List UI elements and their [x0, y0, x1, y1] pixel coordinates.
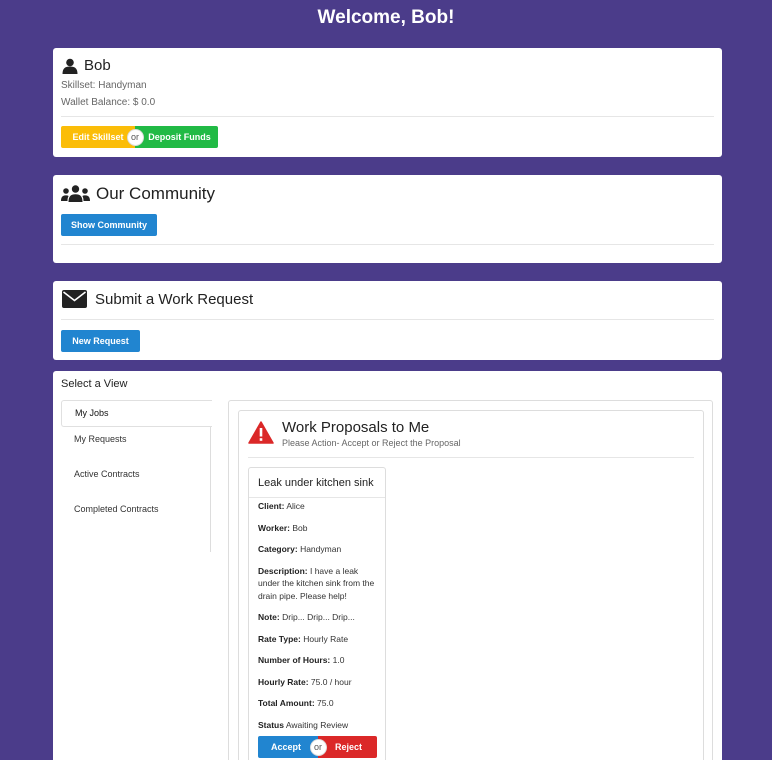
community-card: Our Community Show Community — [53, 175, 722, 263]
or-divider: or — [310, 739, 326, 755]
proposal-field-label: Worker: — [258, 522, 290, 533]
select-view-title: Select a View — [61, 378, 128, 390]
proposal-field: Number of Hours: 1.0 — [258, 654, 378, 667]
edit-skillset-button[interactable]: Edit Skillset — [61, 126, 135, 148]
deposit-funds-button[interactable]: Deposit Funds — [135, 126, 218, 148]
show-community-button[interactable]: Show Community — [61, 214, 157, 236]
skillset-text: Skillset: Handyman — [61, 80, 147, 91]
community-title: Our Community — [96, 184, 216, 203]
or-divider: or — [127, 129, 143, 145]
proposal-field-label: Total Amount: — [258, 698, 315, 708]
proposal-field-value: 75.0 — [317, 698, 334, 708]
reject-button[interactable]: Reject — [318, 736, 377, 758]
proposal-field-value: 1.0 — [332, 655, 345, 665]
proposal-field-label: Category: — [258, 544, 298, 554]
proposal-field: Worker: Bob — [258, 522, 378, 535]
proposal-field-label: Client: — [258, 501, 285, 511]
proposal-field-label: Status — [258, 719, 284, 730]
divider — [61, 319, 714, 320]
work-request-card: Submit a Work Request New Request — [53, 281, 722, 360]
profile-name: Bob — [84, 57, 111, 74]
proposals-title: Work Proposals to Me — [282, 419, 430, 436]
tab-active-contracts[interactable]: Active Contracts — [61, 469, 140, 479]
proposal-field: Rate Type: Hourly Rate — [258, 633, 378, 646]
proposal-field: Client: Alice — [258, 500, 378, 513]
work-request-title: Submit a Work Request — [95, 290, 254, 308]
divider — [248, 457, 694, 458]
accept-reject-group: Accept Reject or — [258, 736, 377, 758]
wallet-balance: Wallet Balance: $ 0.0 — [61, 97, 156, 108]
warning-icon — [248, 421, 274, 444]
user-icon — [62, 58, 78, 74]
accept-button[interactable]: Accept — [258, 736, 318, 758]
proposal-field-label: Hourly Rate: — [258, 676, 309, 687]
proposal-fields: Client: Alice Worker: Bob Category: Handym… — [258, 500, 378, 740]
divider — [61, 116, 714, 117]
proposal-field-value: Awaiting Review — [285, 719, 349, 730]
proposal-title: Leak under kitchen sink — [258, 477, 374, 489]
proposal-field-value: Hourly Rate — [303, 633, 349, 644]
proposal-field-value: 75.0 / hour — [310, 676, 352, 687]
envelope-icon — [62, 290, 87, 308]
divider — [249, 497, 385, 498]
profile-card: Bob Skillset: Handyman Wallet Balance: $… — [53, 48, 722, 157]
tab-completed-contracts[interactable]: Completed Contracts — [61, 504, 159, 514]
new-request-button[interactable]: New Request — [61, 330, 140, 352]
proposal-card: Leak under kitchen sink Client: Alice Wor… — [248, 467, 386, 760]
proposal-field-value: Handyman — [300, 544, 342, 554]
proposal-field-value: Drip... Drip... Drip... — [282, 612, 355, 622]
proposals-subtitle: Please Action- Accept or Reject the Prop… — [282, 438, 461, 448]
proposal-field-label: Number of Hours: — [258, 655, 331, 665]
proposal-field: Note: Drip... Drip... Drip... — [258, 611, 378, 624]
view-tabs: My Jobs My Requests Active Contracts Com… — [61, 400, 212, 552]
profile-button-group: Edit Skillset Deposit Funds or — [61, 126, 218, 148]
proposal-field: Category: Handyman — [258, 543, 378, 556]
proposal-field: Description: I have a leak under the kit… — [258, 565, 378, 603]
proposal-field-label: Rate Type: — [258, 633, 301, 644]
proposal-field-value: Alice — [286, 501, 305, 511]
users-icon — [61, 185, 90, 203]
divider — [61, 244, 714, 245]
page-title: Welcome, Bob! — [317, 7, 455, 28]
proposals-segment: Work Proposals to Me Please Action- Acce… — [238, 410, 704, 760]
proposal-field-label: Description: — [258, 565, 308, 576]
tab-my-requests[interactable]: My Requests — [61, 434, 127, 444]
proposal-field: Status Awaiting Review — [258, 719, 378, 732]
proposal-field-value: Bob — [292, 522, 308, 533]
select-view-card: Select a View My Jobs My Requests Active… — [53, 371, 722, 760]
proposal-field: Total Amount: 75.0 — [258, 697, 378, 710]
proposal-field-label: Note: — [258, 612, 280, 622]
tab-my-jobs[interactable]: My Jobs — [61, 400, 212, 427]
proposal-field: Hourly Rate: 75.0 / hour — [258, 676, 378, 689]
proposals-panel: Work Proposals to Me Please Action- Acce… — [228, 400, 713, 760]
